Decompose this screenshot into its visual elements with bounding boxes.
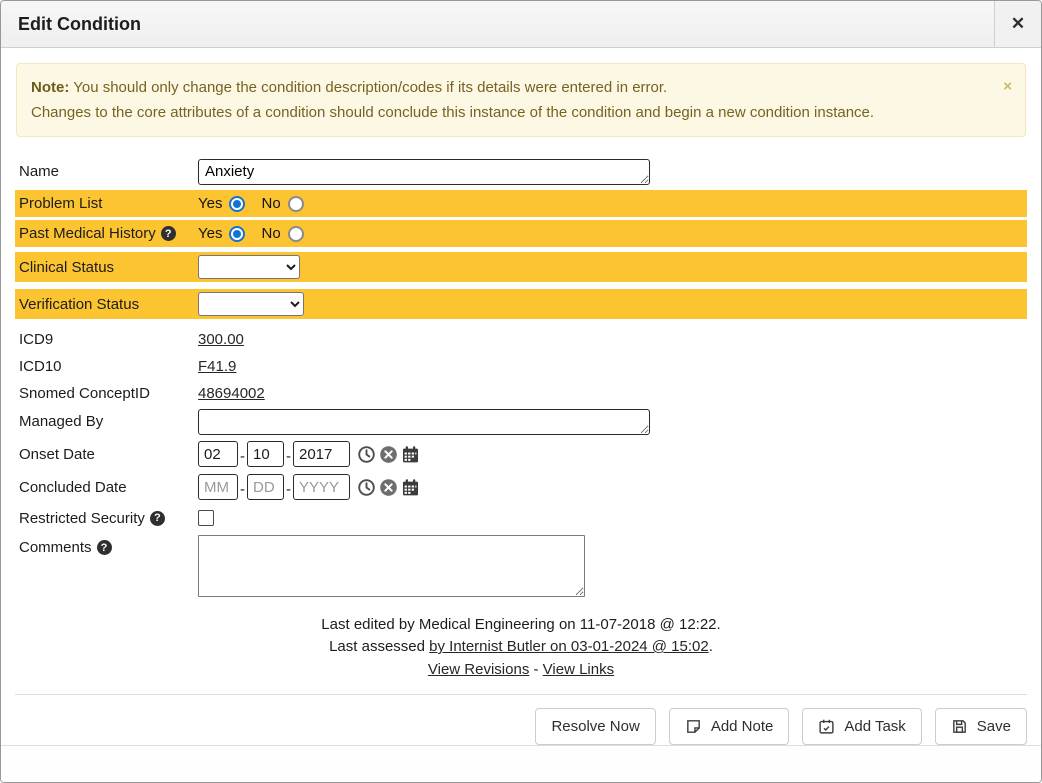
modal-footer: [1, 745, 1041, 782]
divider: [15, 694, 1027, 695]
pmh-no-label: No: [261, 225, 280, 242]
save-icon: [951, 718, 968, 735]
concluded-year-input[interactable]: [293, 474, 350, 500]
restricted-security-row: Restricted Security ?: [15, 505, 1027, 531]
save-button[interactable]: Save: [935, 708, 1027, 745]
note-label: Note:: [31, 79, 69, 96]
name-label: Name: [15, 163, 198, 180]
edit-condition-modal: Edit Condition ✕ Note: You should only c…: [0, 0, 1042, 783]
help-icon[interactable]: ?: [150, 511, 165, 526]
pmh-yes-radio[interactable]: [229, 226, 245, 242]
comments-row: Comments ?: [15, 535, 1027, 597]
warning-note: Note: You should only change the conditi…: [16, 63, 1026, 137]
concluded-month-input[interactable]: [198, 474, 238, 500]
last-edited-text: Last edited by Medical Engineering on 11…: [1, 614, 1041, 635]
verification-status-row: Verification Status: [15, 289, 1027, 319]
clear-date-icon[interactable]: [379, 478, 398, 497]
pmh-yes-label: Yes: [198, 225, 222, 242]
clinical-status-select[interactable]: [198, 255, 300, 279]
problem-list-yes-label: Yes: [198, 195, 222, 212]
onset-month-input[interactable]: [198, 441, 238, 467]
past-medical-history-label: Past Medical History: [19, 225, 156, 242]
view-links-line: View Revisions - View Links: [1, 661, 1041, 678]
icd9-code-link[interactable]: 300.00: [198, 331, 244, 348]
verification-status-select[interactable]: [198, 292, 304, 316]
managed-by-input[interactable]: [198, 409, 650, 435]
problem-list-no-label: No: [261, 195, 280, 212]
condition-form: Name Anxiety Problem List Yes No Past Me…: [1, 158, 1041, 600]
clear-date-icon[interactable]: [379, 445, 398, 464]
onset-date-label: Onset Date: [15, 446, 198, 463]
clock-icon[interactable]: [357, 478, 376, 497]
snomed-row: Snomed ConceptID 48694002: [15, 380, 1027, 406]
action-buttons: Resolve Now Add Note Add Task Save: [1, 708, 1041, 745]
onset-year-input[interactable]: [293, 441, 350, 467]
add-note-button[interactable]: Add Note: [669, 708, 790, 745]
problem-list-label: Problem List: [15, 195, 198, 212]
verification-status-label: Verification Status: [15, 296, 198, 313]
view-links-link[interactable]: View Links: [543, 661, 614, 678]
view-revisions-link[interactable]: View Revisions: [428, 661, 529, 678]
concluded-day-input[interactable]: [247, 474, 284, 500]
calendar-icon[interactable]: [401, 478, 420, 497]
problem-list-yes-radio[interactable]: [229, 196, 245, 212]
clinical-status-label: Clinical Status: [15, 259, 198, 276]
comments-label: Comments: [19, 539, 92, 556]
name-input[interactable]: Anxiety: [198, 159, 650, 185]
snomed-label: Snomed ConceptID: [15, 385, 198, 402]
icd10-code-link[interactable]: F41.9: [198, 358, 236, 375]
note-line-1: Note: You should only change the conditi…: [31, 75, 985, 100]
clinical-status-row: Clinical Status: [15, 252, 1027, 282]
onset-day-input[interactable]: [247, 441, 284, 467]
problem-list-no-radio[interactable]: [288, 196, 304, 212]
managed-by-row: Managed By: [15, 408, 1027, 435]
concluded-date-row: Concluded Date - -: [15, 472, 1027, 502]
note-dismiss-icon[interactable]: ×: [1003, 74, 1012, 99]
last-assessed-link[interactable]: by Internist Butler on 03-01-2024 @ 15:0…: [429, 638, 709, 655]
clock-icon[interactable]: [357, 445, 376, 464]
problem-list-row: Problem List Yes No: [15, 190, 1027, 217]
past-medical-history-row: Past Medical History ? Yes No: [15, 220, 1027, 247]
modal-title: Edit Condition: [1, 1, 994, 47]
modal-header: Edit Condition ✕: [1, 1, 1041, 48]
restricted-security-checkbox[interactable]: [198, 510, 214, 526]
comments-textarea[interactable]: [198, 535, 585, 597]
meta-info: Last edited by Medical Engineering on 11…: [1, 614, 1041, 658]
close-icon[interactable]: ✕: [994, 1, 1041, 47]
last-assessed-text: Last assessed by Internist Butler on 03-…: [1, 636, 1041, 657]
calendar-check-icon: [818, 718, 835, 735]
name-row: Name Anxiety: [15, 158, 1027, 185]
snomed-code-link[interactable]: 48694002: [198, 385, 265, 402]
icd10-row: ICD10 F41.9: [15, 353, 1027, 379]
pmh-no-radio[interactable]: [288, 226, 304, 242]
restricted-security-label: Restricted Security: [19, 510, 145, 527]
icd9-label: ICD9: [15, 331, 198, 348]
concluded-date-label: Concluded Date: [15, 479, 198, 496]
onset-date-row: Onset Date - -: [15, 439, 1027, 469]
resolve-now-button[interactable]: Resolve Now: [535, 708, 655, 745]
note-line-2: Changes to the core attributes of a cond…: [31, 100, 985, 125]
icd10-label: ICD10: [15, 358, 198, 375]
note-icon: [685, 718, 702, 735]
icd9-row: ICD9 300.00: [15, 326, 1027, 352]
calendar-icon[interactable]: [401, 445, 420, 464]
help-icon[interactable]: ?: [161, 226, 176, 241]
modal-body: Note: You should only change the conditi…: [1, 48, 1041, 782]
managed-by-label: Managed By: [15, 413, 198, 430]
help-icon[interactable]: ?: [97, 540, 112, 555]
add-task-button[interactable]: Add Task: [802, 708, 921, 745]
